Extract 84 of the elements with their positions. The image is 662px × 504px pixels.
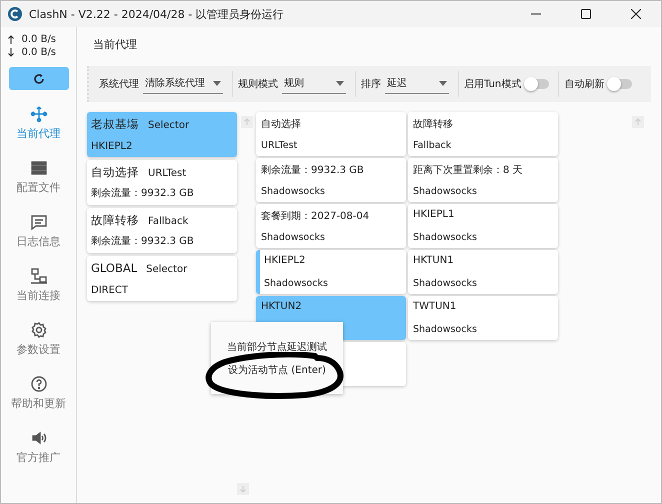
node-type: Shadowsocks (261, 186, 326, 197)
dropdown[interactable]: 清除系统代理 (143, 74, 223, 94)
speaker-icon (30, 429, 48, 447)
proxy-group-card[interactable]: 老叔基塲 Selector HKIEPL2 (87, 112, 237, 157)
group-type: URLTest (148, 168, 186, 179)
nav-item[interactable]: 官方推广 (16, 420, 60, 474)
window-title: ClashN - V2.22 - 2024/04/28 - 以管理员身份运行 (29, 6, 284, 22)
setting-label: 启用Tun模式 (464, 78, 522, 91)
toggle-switch[interactable] (608, 79, 632, 89)
dropdown-caret-icon (439, 80, 447, 86)
node-type: Shadowsocks (261, 232, 326, 243)
setting-label: 系统代理 (99, 78, 139, 91)
toggle-switch[interactable] (525, 79, 550, 89)
current-node-label: 剩余流量：9932.3 GB (91, 234, 195, 248)
app-logo-icon (8, 7, 22, 21)
refresh-button[interactable] (8, 67, 68, 90)
current-node-label: HKIEPL2 (91, 141, 134, 152)
node-name: HKTUN1 (413, 255, 455, 266)
menu-item[interactable]: 当前部分节点延迟测试 (227, 340, 327, 354)
maximize-icon[interactable] (581, 9, 591, 19)
proxy-node-card[interactable]: HKTUN1 Shadowsocks (408, 250, 558, 294)
network-icon (30, 105, 48, 123)
refresh-icon (32, 72, 44, 84)
node-type: Shadowsocks (413, 278, 478, 289)
proxy-node-card[interactable]: 故障转移 Fallback (408, 112, 558, 156)
nav-item[interactable]: 帮助和更新 (11, 366, 66, 420)
download-speed: 0.0 B/s (22, 46, 56, 59)
group-name: GLOBAL (91, 261, 138, 275)
dropdown[interactable]: 延迟 (385, 74, 449, 94)
proxy-node-card[interactable]: 自动选择 URLTest (256, 112, 406, 156)
node-type: Shadowsocks (413, 324, 478, 335)
download-arrow-icon (8, 48, 14, 57)
group-name: 故障转移 (91, 213, 139, 228)
nav-item[interactable]: 配置文件 (16, 150, 60, 204)
close-icon[interactable] (631, 9, 641, 19)
group-name: 自动选择 (91, 165, 139, 180)
node-name: 自动选择 (261, 118, 302, 131)
node-type: Shadowsocks (413, 186, 478, 197)
proxy-node-card[interactable]: 套餐到期：2027-08-04 Shadowsocks (256, 204, 406, 248)
nav-item[interactable]: 当前连接 (16, 258, 60, 312)
node-name: 剩余流量：9932.3 GB (261, 164, 365, 177)
node-name: HKIEPL1 (413, 209, 456, 220)
proxy-group-card[interactable]: 自动选择 URLTest 剩余流量：9932.3 GB (87, 160, 237, 205)
proxy-node-card[interactable]: HKIEPL1 Shadowsocks (408, 204, 558, 248)
group-type: Selector (148, 120, 190, 131)
dropdown-caret-icon (213, 80, 221, 86)
upload-speed: 0.0 B/s (22, 33, 56, 46)
server-icon (30, 159, 48, 177)
group-name: 老叔基塲 (91, 117, 139, 132)
setting-label: 自动刷新 (564, 78, 604, 91)
proxy-node-card[interactable]: TWTUN1 Shadowsocks (408, 296, 558, 340)
page-title: 当前代理 (93, 37, 138, 52)
node-type: Shadowsocks (264, 278, 329, 289)
current-node-label: 剩余流量：9932.3 GB (91, 186, 195, 200)
nav-item[interactable]: 日志信息 (16, 204, 60, 258)
proxy-node-card[interactable]: HKIEPL2 Shadowsocks (256, 250, 406, 294)
node-name: 距离下次重置剩余：8 天 (413, 164, 524, 177)
proxy-group-card[interactable]: GLOBAL Selector DIRECT (87, 256, 237, 301)
setting-label: 规则模式 (238, 78, 278, 91)
proxy-node-card[interactable]: 剩余流量：9932.3 GB Shadowsocks (256, 158, 406, 202)
node-type: URLTest (261, 140, 298, 151)
nav-item[interactable]: 参数设置 (16, 312, 60, 366)
menu-item[interactable]: 设为活动节点 (Enter) (228, 362, 326, 376)
group-type: Selector (146, 264, 188, 275)
settings-icon (30, 321, 48, 339)
node-name: 套餐到期：2027-08-04 (261, 210, 370, 223)
node-name: 故障转移 (413, 118, 454, 131)
node-type: Fallback (413, 140, 452, 151)
dropdown-caret-icon (336, 80, 344, 86)
node-name: HKIEPL2 (264, 255, 306, 266)
setting-label: 排序 (361, 78, 381, 91)
upload-arrow-icon (8, 35, 14, 44)
node-name: HKTUN2 (261, 301, 303, 312)
node-type: Shadowsocks (413, 232, 478, 243)
proxy-node-card[interactable]: 距离下次重置剩余：8 天 Shadowsocks (408, 158, 558, 202)
node-name: TWTUN1 (413, 301, 458, 312)
message-icon (30, 213, 48, 231)
computers-icon (30, 267, 48, 285)
help-icon (30, 375, 48, 393)
dropdown[interactable]: 规则 (282, 74, 346, 94)
nav-item[interactable]: 当前代理 (16, 96, 60, 150)
group-type: Fallback (148, 216, 188, 227)
current-node-label: DIRECT (91, 285, 130, 296)
proxy-group-card[interactable]: 故障转移 Fallback 剩余流量：9932.3 GB (87, 208, 237, 253)
